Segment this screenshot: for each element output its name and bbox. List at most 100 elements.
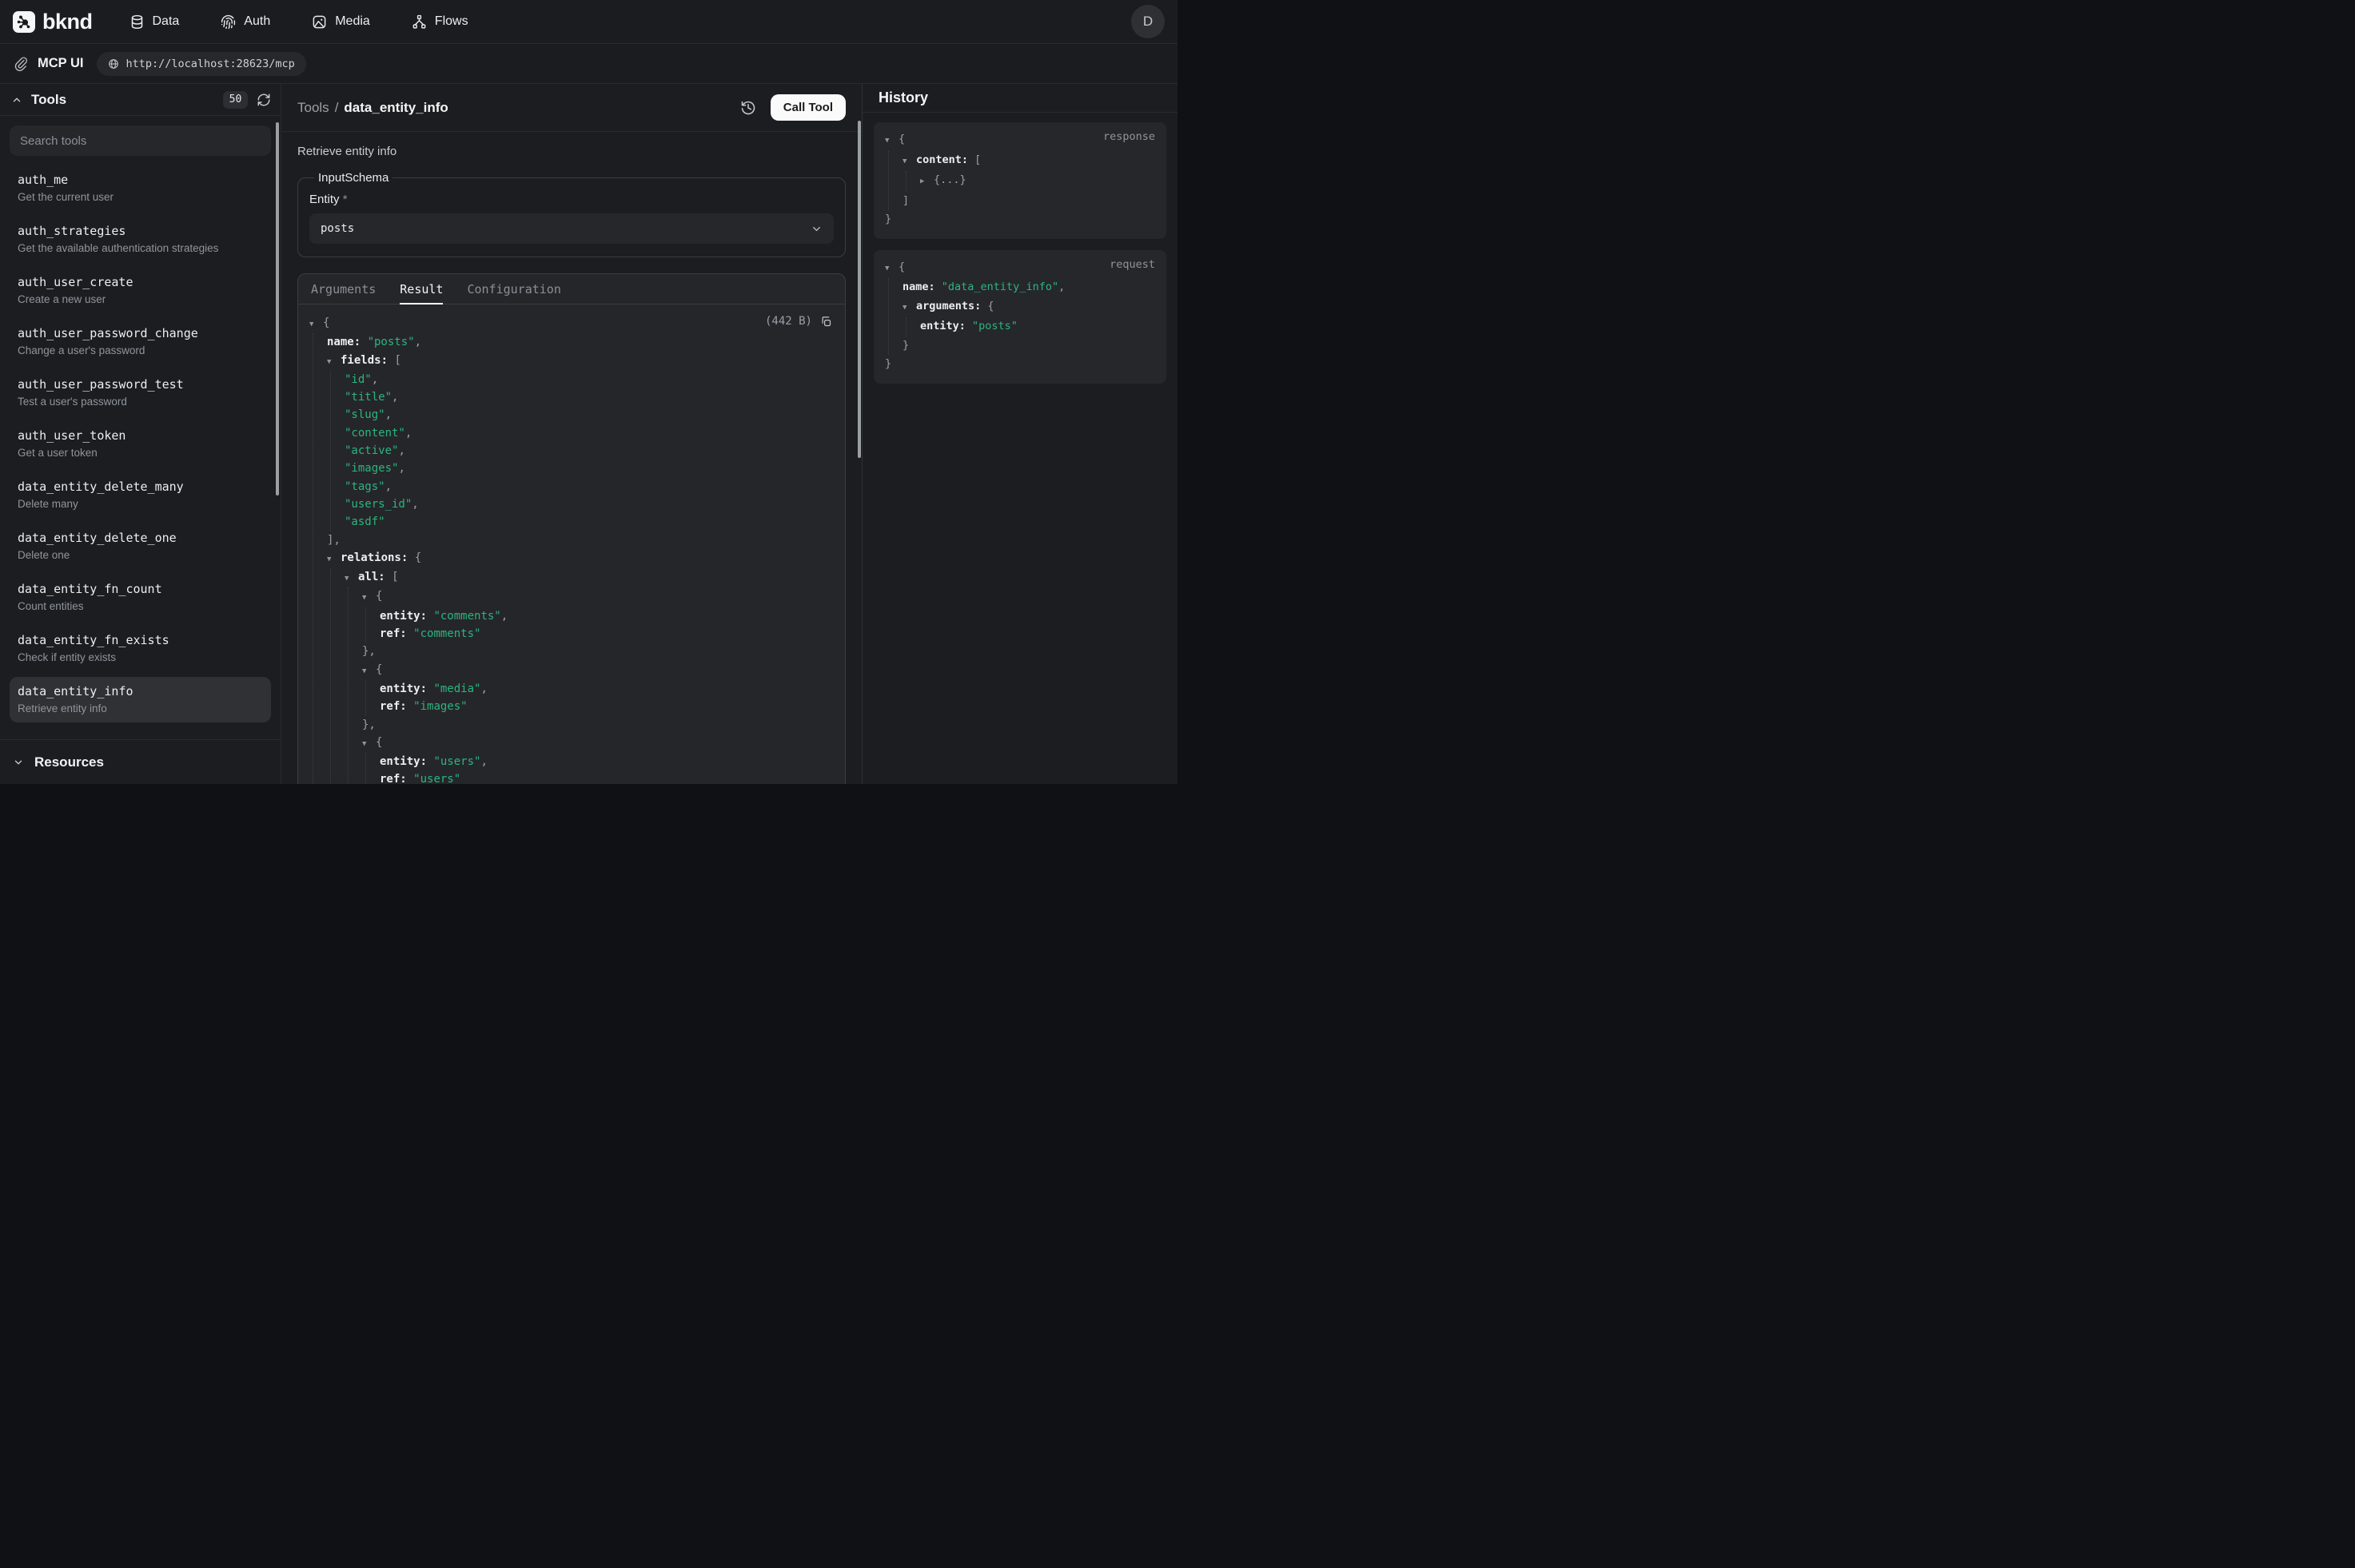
tool-list-item[interactable]: data_entity_fn_existsCheck if entity exi… <box>10 626 271 671</box>
resources-section-title: Resources <box>34 754 104 770</box>
history-card[interactable]: request▼{name: "data_entity_info",▼argum… <box>874 250 1166 384</box>
chevron-down-icon <box>13 757 24 768</box>
tools-list: auth_meGet the current user auth_strategi… <box>0 165 281 739</box>
history-icon[interactable] <box>740 100 756 116</box>
entity-select-value: posts <box>321 222 354 235</box>
search-input[interactable] <box>10 125 271 156</box>
tool-list-item[interactable]: auth_user_password_changeChange a user's… <box>10 319 271 364</box>
collapse-triangle-icon[interactable]: ▼ <box>327 551 341 568</box>
mcp-bar: MCP UI http://localhost:28623/mcp <box>0 44 1178 84</box>
sidebar-scrollbar[interactable] <box>276 122 279 495</box>
copy-icon[interactable] <box>820 316 832 328</box>
collapse-triangle-icon[interactable]: ▼ <box>345 570 358 587</box>
json-line: } <box>903 336 1155 356</box>
result-tabs: Arguments Result Configuration <box>298 274 845 304</box>
globe-icon <box>108 58 119 70</box>
database-icon <box>130 14 145 30</box>
nav-item-data[interactable]: Data <box>130 14 180 30</box>
entity-select[interactable]: posts <box>309 213 834 244</box>
json-line: ▶{...} <box>920 171 1155 192</box>
tool-description: Test a user's password <box>18 396 263 408</box>
tool-list-item[interactable]: data_entity_infoRetrieve entity info <box>10 677 271 722</box>
tab-arguments[interactable]: Arguments <box>311 274 376 304</box>
main-panel: Tools / data_entity_info Call Tool Retri… <box>281 84 862 784</box>
collapse-triangle-icon[interactable]: ▼ <box>885 260 899 279</box>
main-scrollbar[interactable] <box>858 121 861 458</box>
history-cards: response▼{▼content: [▶{...}]}request▼{na… <box>863 113 1178 404</box>
json-line: ▼arguments: { <box>903 297 1155 318</box>
tool-description: Get the current user <box>18 191 263 204</box>
bknd-logo-icon <box>13 11 35 33</box>
history-card-type-label: response <box>1103 130 1155 143</box>
json-line: ], <box>327 531 832 549</box>
chevron-down-icon <box>811 223 823 235</box>
app-window: bknd Data <box>0 0 1178 784</box>
brand-name: bknd <box>42 10 93 34</box>
tool-list-item[interactable]: data_entity_fn_count Count entities <box>10 575 271 620</box>
collapse-triangle-icon[interactable]: ▼ <box>362 663 376 680</box>
tool-list-item[interactable]: data_entity_delete_manyDelete many <box>10 472 271 518</box>
json-line: ref: "images" <box>380 698 832 715</box>
json-line: ▼all: [ <box>345 568 832 587</box>
history-card[interactable]: response▼{▼content: [▶{...}]} <box>874 122 1166 239</box>
call-tool-button[interactable]: Call Tool <box>771 94 846 121</box>
tool-name: auth_user_token <box>18 428 263 443</box>
tool-description: Count entities <box>18 600 263 613</box>
input-schema-legend: InputSchema <box>314 171 392 185</box>
paperclip-icon <box>14 57 29 71</box>
json-line: }, <box>362 716 832 734</box>
nav-label: Auth <box>244 14 270 29</box>
nav-label: Data <box>153 14 180 29</box>
tab-result[interactable]: Result <box>400 274 443 304</box>
collapse-triangle-icon[interactable]: ▼ <box>309 316 323 333</box>
tool-list-item[interactable]: data_entity_delete_oneDelete one <box>10 523 271 569</box>
history-title: History <box>863 84 1178 113</box>
mcp-url: http://localhost:28623/mcp <box>126 58 294 70</box>
json-line: "title", <box>345 388 832 406</box>
tab-configuration[interactable]: Configuration <box>467 274 560 304</box>
refresh-icon[interactable] <box>257 93 271 107</box>
tool-list-item[interactable]: auth_user_tokenGet a user token <box>10 421 271 467</box>
expand-triangle-icon[interactable]: ▶ <box>920 173 934 192</box>
tool-name: data_entity_delete_one <box>18 531 263 545</box>
tool-list-item[interactable]: auth_user_createCreate a new user <box>10 268 271 313</box>
collapse-triangle-icon[interactable]: ▼ <box>327 353 341 371</box>
json-line: entity: "posts" <box>920 317 1155 336</box>
tool-list-item[interactable]: auth_user_password_testTest a user's pas… <box>10 370 271 416</box>
collapse-triangle-icon[interactable]: ▼ <box>903 153 916 172</box>
user-avatar[interactable]: D <box>1131 5 1165 38</box>
nav-item-flows[interactable]: Flows <box>412 14 468 30</box>
resources-section-header[interactable]: Resources <box>0 739 281 784</box>
tool-result-card: Arguments Result Configuration (442 B) <box>297 273 846 784</box>
brand[interactable]: bknd <box>13 10 93 34</box>
nav-label: Flows <box>435 14 468 29</box>
breadcrumb-section[interactable]: Tools <box>297 100 329 116</box>
nav-item-auth[interactable]: Auth <box>221 14 270 30</box>
workflow-icon <box>412 14 427 30</box>
mcp-url-pill[interactable]: http://localhost:28623/mcp <box>97 52 305 76</box>
required-mark: * <box>343 193 348 206</box>
nav-label: Media <box>335 14 370 29</box>
tool-list-item[interactable]: auth_meGet the current user <box>10 165 271 211</box>
entity-field-label: Entity * <box>309 193 834 206</box>
history-json-viewer: ▼{name: "data_entity_info",▼arguments: {… <box>885 258 1155 374</box>
tool-list-item[interactable]: auth_strategiesGet the available authent… <box>10 217 271 262</box>
json-line: ▼{ <box>362 734 832 753</box>
tools-section-header[interactable]: Tools 50 <box>0 84 281 116</box>
nav-item-media[interactable]: Media <box>312 14 370 30</box>
collapse-triangle-icon[interactable]: ▼ <box>362 735 376 753</box>
tool-name: data_entity_fn_count <box>18 582 263 596</box>
json-line: "users_id", <box>345 495 832 513</box>
collapse-triangle-icon[interactable]: ▼ <box>885 132 899 151</box>
top-nav: bknd Data <box>0 0 1178 44</box>
collapse-triangle-icon[interactable]: ▼ <box>903 299 916 318</box>
json-line: "asdf" <box>345 513 832 531</box>
breadcrumb-tool-name: data_entity_info <box>344 100 448 116</box>
json-line: } <box>885 210 1155 229</box>
tool-description: Retrieve entity info <box>18 702 263 715</box>
collapse-triangle-icon[interactable]: ▼ <box>362 589 376 607</box>
breadcrumb: Tools / data_entity_info <box>297 100 448 116</box>
tool-name: auth_user_create <box>18 275 263 289</box>
json-line: }, <box>362 643 832 660</box>
tools-count-badge: 50 <box>223 91 248 109</box>
